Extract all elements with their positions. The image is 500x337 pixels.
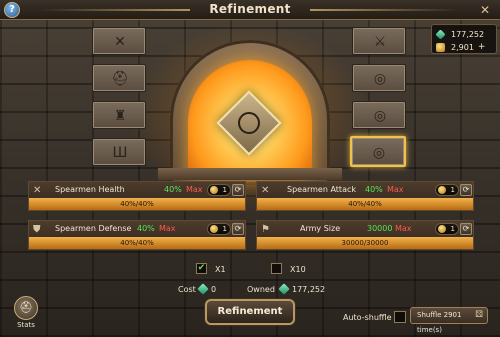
gem-balance: 177,252 [435,28,485,40]
owned-label: Owned [247,285,275,294]
emblem-icon: ◎ [373,71,387,87]
crossed-swords-icon: ✕ [114,34,126,50]
check-icon: ✔ [197,263,206,273]
slot-left-3[interactable]: ♜ [92,101,146,129]
gem-icon [435,28,446,40]
x1-label: X1 [215,265,226,274]
slot-right-1[interactable]: ⚔ [352,27,406,55]
stat-value: 30000 [367,224,393,233]
x10-label: X10 [290,265,306,274]
max-badge: Max [387,185,404,194]
armor-icon: ♜ [113,108,127,124]
auto-shuffle-label: Auto-shuffle [343,313,392,322]
x10-checkbox[interactable] [271,263,282,274]
stat-name: Spearmen Defense [55,224,132,233]
slot-right-4-selected[interactable]: ◎ [350,136,406,167]
stats-label: Stats [17,321,35,329]
stat-progress-text: 40%/40% [120,200,154,208]
emblem-icon: ◎ [373,108,387,124]
scroll-icon: ⚔ [373,34,387,50]
shuffle-button[interactable]: Shuffle 2901 time(s) ⚄ [410,307,488,334]
shield-icon: ⛊ [33,224,41,235]
helmet-icon: ⛑ [19,301,33,314]
stat-progress-bar: 40%/40% [29,237,245,249]
cost-label: Cost [178,285,196,294]
dice-icon: ⚄ [475,310,483,320]
slot-left-4[interactable]: Ш [92,138,146,166]
auto-shuffle-checkbox[interactable] [394,311,406,323]
banner-icon: ⚑ [261,224,270,235]
stat-value: 40% [164,185,182,194]
stats-button[interactable]: ⛑ [14,296,38,320]
stat-name: Army Size [300,224,341,233]
stat-value: 40% [137,224,155,233]
add-coins-button[interactable]: + [478,42,486,52]
lock-cost-pill: 1 [207,223,231,235]
crossed-spears-icon: ✕ [33,185,42,196]
stat-card-army-size: ⚑ Army Size 30000 Max 1 ⟳ 30000/30000 [256,220,474,250]
gem-count: 177,252 [451,29,485,39]
emblem-icon: ◎ [372,145,386,161]
crossed-spears-icon: ✕ [261,185,270,196]
coin-icon [436,42,445,52]
refinement-button[interactable]: Refinement [205,299,295,325]
slot-right-2[interactable]: ◎ [352,64,406,92]
slot-left-1[interactable]: ✕ [92,27,146,55]
refresh-icon[interactable]: ⟳ [460,184,472,196]
max-badge: Max [186,185,203,194]
stat-progress-text: 40%/40% [348,200,382,208]
refresh-icon[interactable]: ⟳ [232,223,244,235]
stat-card-spearmen-health: ✕ Spearmen Health 40% Max 1 ⟳ 40%/40% [28,181,246,211]
stat-name: Spearmen Attack [287,185,356,194]
stat-progress-bar: 40%/40% [29,198,245,210]
lock-cost-pill: 1 [207,184,231,196]
slot-right-3[interactable]: ◎ [352,101,406,129]
refresh-icon[interactable]: ⟳ [460,223,472,235]
helmet-icon: ⛑ [111,71,129,87]
title-bar: ? Refinement ✕ [0,0,500,20]
stat-progress-text: 30000/30000 [341,239,389,247]
close-icon[interactable]: ✕ [476,3,494,17]
stat-progress-text: 40%/40% [120,239,154,247]
stat-name: Spearmen Health [55,185,125,194]
stat-progress-bar: 40%/40% [257,198,473,210]
stat-value: 40% [365,185,383,194]
stat-progress-bar: 30000/30000 [257,237,473,249]
refresh-icon[interactable]: ⟳ [232,184,244,196]
x1-checkbox[interactable]: ✔ [196,263,207,274]
title-ornament-right [310,9,460,11]
max-badge: Max [159,224,176,233]
stat-card-spearmen-defense: ⛊ Spearmen Defense 40% Max 1 ⟳ 40%/40% [28,220,246,250]
forge-ledge [158,168,342,180]
stat-card-spearmen-attack: ✕ Spearmen Attack 40% Max 1 ⟳ 40%/40% [256,181,474,211]
boots-icon: Ш [112,145,128,161]
coin-count: 2,901 [451,42,474,52]
slot-left-2[interactable]: ⛑ [92,64,146,92]
lock-cost-pill: 1 [435,223,459,235]
cost-value: 0 [211,285,217,294]
max-badge: Max [395,224,412,233]
lock-cost-pill: 1 [435,184,459,196]
owned-value: 177,252 [292,285,326,294]
emblem-icon [238,112,260,134]
resource-panel: 177,252 2,901 + [431,24,497,54]
coin-balance: 2,901 + [436,41,485,53]
